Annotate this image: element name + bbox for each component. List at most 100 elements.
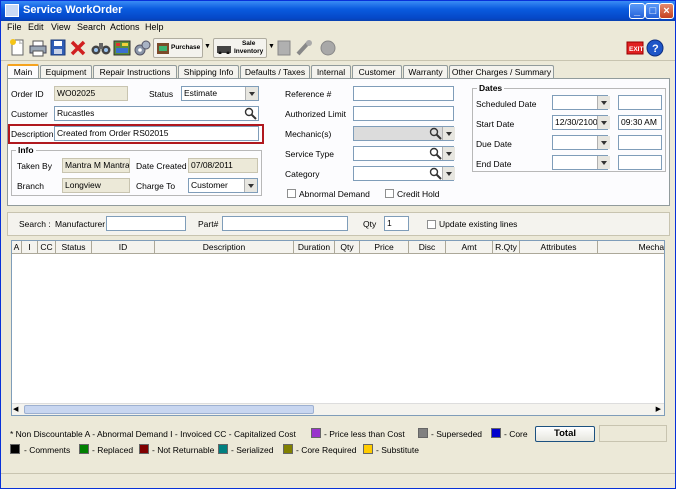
tab-internal[interactable]: Internal <box>311 65 351 78</box>
delete-icon[interactable] <box>69 38 87 58</box>
calculator-icon[interactable] <box>112 38 132 58</box>
sale-inventory-button[interactable]: Sale Inventory <box>213 38 267 58</box>
mechanics-search-icon[interactable] <box>429 127 443 140</box>
part-input[interactable] <box>222 216 348 231</box>
col-amt[interactable]: Amt <box>446 241 493 254</box>
core-swatch <box>491 428 501 438</box>
tab-equipment[interactable]: Equipment <box>40 65 92 78</box>
menu-actions[interactable]: Actions <box>110 22 140 32</box>
menu-search[interactable]: Search <box>77 22 106 32</box>
tab-warranty[interactable]: Warranty <box>403 65 448 78</box>
save-icon[interactable] <box>49 38 67 58</box>
sale-label: Sale <box>241 40 256 47</box>
tab-customer[interactable]: Customer <box>352 65 402 78</box>
legend-codes: * Non Discountable A - Abnormal Demand I… <box>10 429 296 439</box>
col-qty[interactable]: Qty <box>335 241 360 254</box>
customer-search-icon[interactable] <box>244 107 258 120</box>
manufacturer-input[interactable] <box>106 216 186 231</box>
close-button[interactable]: × <box>659 3 674 19</box>
customer-label: Customer <box>11 109 48 119</box>
tab-other-charges-summary[interactable]: Other Charges / Summary <box>449 65 554 78</box>
col-mechanic[interactable]: Mechanic <box>598 241 664 254</box>
tab-main[interactable]: Main <box>7 64 39 79</box>
scroll-left-icon[interactable]: ◀ <box>13 405 18 413</box>
svg-text:?: ? <box>652 43 659 55</box>
disabled-globe-icon <box>320 40 336 56</box>
search-bar: Search : Manufacturer Part# Qty 1 Update… <box>7 212 670 236</box>
print-icon[interactable] <box>29 38 47 58</box>
charge-to-select[interactable]: Customer <box>188 178 258 193</box>
mechanics-dropdown-icon[interactable] <box>442 127 455 140</box>
sale-dropdown-icon[interactable]: ▼ <box>268 43 275 50</box>
status-dropdown-icon[interactable] <box>245 87 258 100</box>
disabled-document-icon <box>277 40 291 56</box>
new-document-icon[interactable] <box>9 38 27 58</box>
end-date-dropdown-icon[interactable] <box>597 156 610 169</box>
col-attributes[interactable]: Attributes <box>520 241 598 254</box>
col-i[interactable]: I <box>22 241 38 254</box>
line-items-grid[interactable]: A I CC Status ID Description Duration Qt… <box>11 240 665 416</box>
category-search-icon[interactable] <box>429 167 443 180</box>
purchase-button[interactable]: Purchase <box>153 38 203 58</box>
reference-field[interactable] <box>353 86 454 101</box>
start-time-field[interactable]: 09:30 AM <box>618 115 662 130</box>
due-time-field[interactable] <box>618 135 662 150</box>
menu-view[interactable]: View <box>51 22 70 32</box>
window-title: Service WorkOrder <box>23 4 123 16</box>
scheduled-time-field[interactable] <box>618 95 662 110</box>
scheduled-date-dropdown-icon[interactable] <box>597 96 610 109</box>
authorized-limit-field[interactable] <box>353 106 454 121</box>
comments-swatch <box>10 444 20 454</box>
customer-field[interactable]: Rucastles <box>54 106 259 121</box>
col-status[interactable]: Status <box>56 241 92 254</box>
scrollbar-thumb[interactable] <box>24 405 314 414</box>
minimize-button[interactable]: _ <box>629 3 645 19</box>
col-rqty[interactable]: R.Qty <box>493 241 520 254</box>
service-workorder-window: Service WorkOrder _ □ × File Edit View S… <box>0 0 676 489</box>
mechanics-label: Mechanic(s) <box>285 129 332 139</box>
col-description[interactable]: Description <box>155 241 294 254</box>
col-price[interactable]: Price <box>360 241 409 254</box>
service-type-label: Service Type <box>285 149 334 159</box>
date-created-label: Date Created <box>136 161 187 171</box>
credit-hold-checkbox[interactable] <box>385 189 394 198</box>
scroll-right-icon[interactable]: ▶ <box>656 405 661 413</box>
service-type-dropdown-icon[interactable] <box>442 147 455 160</box>
end-time-field[interactable] <box>618 155 662 170</box>
comments-label: - Comments <box>24 445 71 455</box>
tab-repair-instructions[interactable]: Repair Instructions <box>93 65 177 78</box>
service-type-search-icon[interactable] <box>429 147 443 160</box>
help-icon[interactable]: ? <box>646 38 664 58</box>
abnormal-demand-checkbox[interactable] <box>287 189 296 198</box>
update-existing-label: Update existing lines <box>439 219 518 229</box>
col-a[interactable]: A <box>12 241 22 254</box>
col-id[interactable]: ID <box>92 241 155 254</box>
status-select[interactable]: Estimate <box>181 86 259 101</box>
menu-file[interactable]: File <box>7 22 22 32</box>
tab-shipping-info[interactable]: Shipping Info <box>178 65 239 78</box>
horizontal-scrollbar[interactable]: ◀ ▶ <box>12 403 664 415</box>
settings-gears-icon[interactable] <box>133 38 151 58</box>
start-date-dropdown-icon[interactable] <box>597 116 610 129</box>
scheduled-date-label: Scheduled Date <box>476 99 537 109</box>
status-value: Estimate <box>184 88 218 98</box>
qty-label: Qty <box>363 219 377 229</box>
col-disc[interactable]: Disc <box>409 241 446 254</box>
description-field[interactable]: Created from Order RS02015 <box>54 126 259 141</box>
menu-help[interactable]: Help <box>145 22 164 32</box>
customer-value: Rucastles <box>57 108 95 118</box>
qty-input[interactable]: 1 <box>384 216 409 231</box>
col-duration[interactable]: Duration <box>294 241 335 254</box>
total-button[interactable]: Total <box>535 426 595 442</box>
reference-label: Reference # <box>285 89 332 99</box>
charge-to-dropdown-icon[interactable] <box>244 179 257 192</box>
update-existing-checkbox[interactable] <box>427 220 436 229</box>
exit-icon[interactable]: EXIT <box>626 38 644 58</box>
binoculars-icon[interactable] <box>91 38 111 58</box>
menu-edit[interactable]: Edit <box>28 22 44 32</box>
tab-defaults-taxes[interactable]: Defaults / Taxes <box>240 65 310 78</box>
col-cc[interactable]: CC <box>38 241 56 254</box>
due-date-dropdown-icon[interactable] <box>597 136 610 149</box>
category-dropdown-icon[interactable] <box>442 167 455 180</box>
purchase-dropdown-icon[interactable]: ▼ <box>204 43 211 50</box>
